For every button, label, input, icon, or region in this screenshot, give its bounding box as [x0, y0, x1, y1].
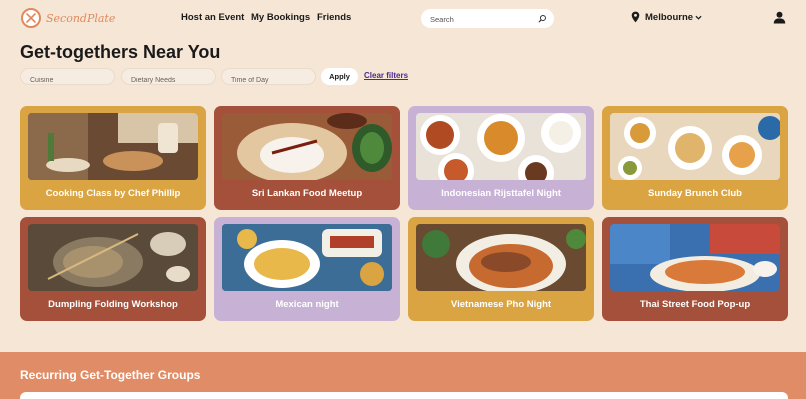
event-card[interactable]: Thai Street Food Pop-up	[602, 217, 788, 321]
search-input[interactable]	[421, 10, 531, 29]
cuisine-filter	[20, 68, 115, 88]
event-title: Sunday Brunch Club	[648, 188, 742, 199]
dietary-needs-input[interactable]	[122, 73, 215, 88]
event-photo	[610, 224, 780, 291]
event-card[interactable]: Vietnamese Pho Night	[408, 217, 594, 321]
event-title: Sri Lankan Food Meetup	[251, 188, 363, 199]
section-title: Recurring Get-Together Groups	[20, 368, 201, 382]
event-card[interactable]: Sunday Brunch Club	[602, 106, 788, 210]
time-filter	[221, 68, 316, 88]
cuisine-input[interactable]	[21, 73, 114, 88]
event-photo	[610, 113, 780, 180]
page-title: Get-togethers Near You	[20, 42, 221, 62]
event-title: Mexican night	[275, 299, 339, 310]
user-account-icon[interactable]	[773, 11, 786, 24]
top-nav: SecondPlate Host an Event My Bookings Fr…	[0, 0, 806, 38]
nav-friends[interactable]: Friends	[317, 12, 351, 23]
apply-button[interactable]: Apply	[321, 68, 358, 85]
event-card[interactable]: Sri Lankan Food Meetup	[214, 106, 400, 210]
time-of-day-input[interactable]	[222, 73, 315, 88]
event-title: Thai Street Food Pop-up	[639, 299, 751, 310]
event-photo	[416, 113, 586, 180]
recurring-group-card[interactable]	[20, 392, 788, 399]
event-card[interactable]: Mexican night	[214, 217, 400, 321]
event-photo	[222, 224, 392, 291]
clear-filters-link[interactable]: Clear filters	[364, 71, 408, 80]
event-title: Indonesian Rijsttafel Night	[441, 188, 561, 199]
event-title: Dumpling Folding Workshop	[48, 299, 178, 310]
nav-my-bookings[interactable]: My Bookings	[251, 12, 310, 23]
nav-host-event[interactable]: Host an Event	[181, 12, 244, 23]
event-card[interactable]: Dumpling Folding Workshop	[20, 217, 206, 321]
location-city: Melbourne	[645, 11, 694, 23]
map-pin-icon	[631, 11, 640, 23]
recurring-groups-section: Recurring Get-Together Groups	[0, 352, 806, 399]
location-selector[interactable]: Melbourne	[631, 11, 702, 23]
event-photo	[28, 113, 198, 180]
chevron-down-icon	[695, 15, 702, 20]
event-title: Vietnamese Pho Night	[450, 299, 552, 310]
search-icon[interactable]	[538, 14, 547, 23]
event-photo	[222, 113, 392, 180]
brand-name: SecondPlate	[46, 11, 116, 25]
event-card[interactable]: Indonesian Rijsttafel Night	[408, 106, 594, 210]
event-photo	[28, 224, 198, 291]
search-bar	[421, 9, 554, 29]
fork-knife-icon	[21, 8, 41, 28]
event-title: Cooking Class by Chef Phillip	[45, 188, 181, 199]
brand-logo[interactable]: SecondPlate	[21, 8, 115, 28]
dietary-filter	[121, 68, 216, 88]
event-photo	[416, 224, 586, 291]
event-card[interactable]: Cooking Class by Chef Phillip	[20, 106, 206, 210]
